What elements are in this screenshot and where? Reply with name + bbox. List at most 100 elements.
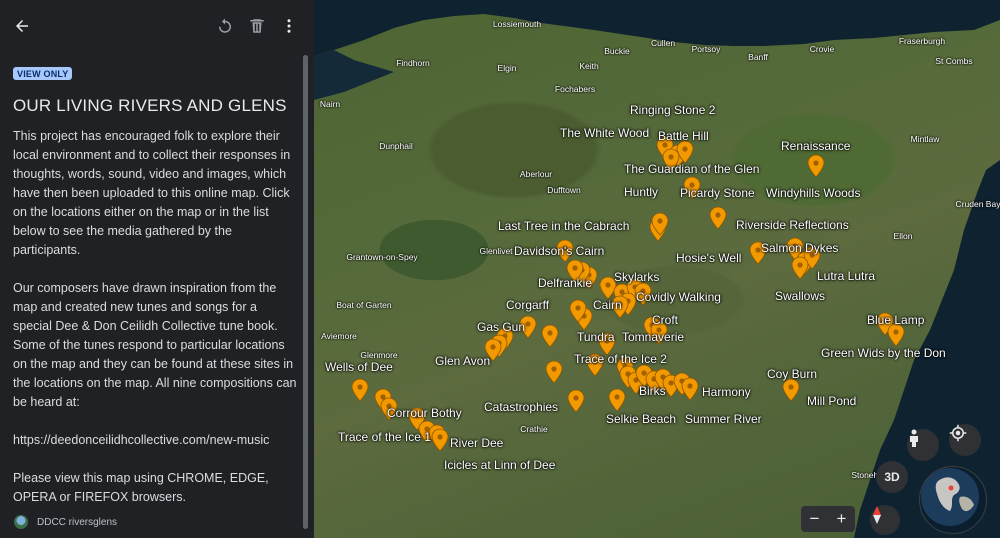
- description-paragraph: Please view this map using CHROME, EDGE,…: [13, 471, 269, 504]
- place-label[interactable]: Blue Lamp: [867, 313, 924, 327]
- place-label[interactable]: Windyhills Woods: [766, 186, 860, 200]
- place-label[interactable]: Coy Burn: [767, 367, 817, 381]
- place-label[interactable]: Covidly Walking: [636, 290, 721, 304]
- music-link[interactable]: https://deedonceilidhcollective.com/new-…: [13, 431, 298, 450]
- town-label: Fochabers: [554, 84, 596, 94]
- place-label[interactable]: The Guardian of the Glen: [624, 162, 759, 176]
- place-label[interactable]: Wells of Dee: [325, 360, 393, 374]
- more-options-button[interactable]: [275, 12, 303, 40]
- place-label[interactable]: Selkie Beach: [606, 412, 676, 426]
- place-label[interactable]: Renaissance: [781, 139, 850, 153]
- place-label[interactable]: Last Tree in the Cabrach: [498, 219, 629, 233]
- place-label[interactable]: The White Wood: [560, 126, 649, 140]
- location-pin-icon[interactable]: [709, 206, 727, 230]
- place-label[interactable]: Ringing Stone 2: [630, 103, 715, 117]
- place-label[interactable]: Tomnaverie: [622, 330, 684, 344]
- place-label[interactable]: Cairn: [593, 298, 622, 312]
- town-label: Glenmore: [360, 350, 398, 360]
- location-pin-icon[interactable]: [431, 428, 449, 452]
- place-label[interactable]: Davidson's Cairn: [514, 244, 604, 258]
- place-label[interactable]: Trace of the Ice 2: [574, 352, 667, 366]
- globe-icon: [921, 468, 979, 526]
- location-pin-icon[interactable]: [782, 378, 800, 402]
- zoom-out-button[interactable]: −: [801, 506, 828, 532]
- town-label: St Combs: [935, 56, 973, 66]
- place-label[interactable]: Summer River: [685, 412, 762, 426]
- globe-button[interactable]: [919, 466, 987, 534]
- place-label[interactable]: Birks: [639, 384, 666, 398]
- side-panel: VIEW ONLY OUR LIVING RIVERS AND GLENS Th…: [0, 0, 314, 538]
- place-label[interactable]: Trace of the Ice 1: [338, 430, 431, 444]
- place-label[interactable]: Picardy Stone: [680, 186, 755, 200]
- place-label[interactable]: Tundra: [577, 330, 615, 344]
- location-pin-icon[interactable]: [569, 299, 587, 323]
- town-label: Boat of Garten: [336, 300, 392, 310]
- town-label: Aviemore: [321, 331, 357, 341]
- town-label: Keith: [579, 61, 599, 71]
- place-label[interactable]: Mill Pond: [807, 394, 856, 408]
- description-paragraph: This project has encouraged folk to expl…: [13, 129, 291, 257]
- map-title: OUR LIVING RIVERS AND GLENS: [13, 96, 287, 115]
- place-label[interactable]: River Dee: [450, 436, 503, 450]
- town-label: Findhorn: [396, 58, 430, 68]
- town-label: Grantown-on-Spey: [346, 252, 418, 262]
- place-label[interactable]: Swallows: [775, 289, 825, 303]
- place-label[interactable]: Lutra Lutra: [817, 269, 875, 283]
- place-label[interactable]: Skylarks: [614, 270, 659, 284]
- place-label[interactable]: Delfrankie: [538, 276, 592, 290]
- satellite-map[interactable]: Lossiemouth Buckie Cullen Portsoy Banff Crovi…: [314, 0, 1000, 538]
- avatar: [14, 515, 28, 529]
- town-label: Banff: [748, 52, 768, 62]
- place-label[interactable]: Harmony: [702, 385, 751, 399]
- more-vert-icon: [287, 19, 291, 33]
- location-pin-icon[interactable]: [608, 388, 626, 412]
- trash-icon: [250, 19, 264, 33]
- place-label[interactable]: Glen Avon: [435, 354, 490, 368]
- location-pin-icon[interactable]: [351, 378, 369, 402]
- street-view-button[interactable]: [907, 429, 939, 461]
- back-button[interactable]: [8, 12, 36, 40]
- location-pin-icon[interactable]: [651, 212, 669, 236]
- description-paragraph: Our composers have drawn inspiration fro…: [13, 281, 297, 409]
- delete-button[interactable]: [243, 12, 271, 40]
- reset-button[interactable]: [211, 12, 239, 40]
- location-pin-icon[interactable]: [567, 389, 585, 413]
- my-location-button[interactable]: [949, 424, 981, 456]
- location-pin-icon[interactable]: [791, 256, 809, 280]
- place-label[interactable]: Gas Gun: [477, 320, 525, 334]
- place-label[interactable]: Huntly: [624, 185, 658, 199]
- location-pin-icon[interactable]: [545, 360, 563, 384]
- place-label[interactable]: Battle Hill: [658, 129, 709, 143]
- 3d-toggle-button[interactable]: 3D: [876, 461, 908, 493]
- location-pin-icon[interactable]: [681, 377, 699, 401]
- place-label[interactable]: Corgarff: [506, 298, 549, 312]
- place-label[interactable]: Corrour Bothy: [387, 406, 462, 420]
- place-label[interactable]: Salmon Dykes: [761, 241, 838, 255]
- compass-icon: [873, 506, 881, 524]
- compass-button[interactable]: [870, 505, 900, 535]
- town-label: Cruden Bay: [955, 199, 1000, 209]
- view-only-badge: VIEW ONLY: [13, 67, 73, 80]
- town-label: Aberlour: [519, 169, 553, 179]
- town-label: Fraserburgh: [898, 36, 946, 46]
- town-label: Ellon: [893, 231, 913, 241]
- town-label: Mintlaw: [910, 134, 940, 144]
- author-footer[interactable]: DDCC riversglens: [14, 515, 117, 529]
- zoom-in-button[interactable]: +: [828, 506, 855, 532]
- sea-layer: [314, 0, 1000, 538]
- town-label: Nairn: [319, 99, 341, 109]
- place-label[interactable]: Hosie's Well: [676, 251, 741, 265]
- location-pin-icon[interactable]: [541, 324, 559, 348]
- place-label[interactable]: Green Wids by the Don: [821, 346, 946, 360]
- location-pin-icon[interactable]: [807, 154, 825, 178]
- place-label[interactable]: Riverside Reflections: [736, 218, 849, 232]
- place-label[interactable]: Icicles at Linn of Dee: [444, 458, 555, 472]
- zoom-control: − +: [801, 506, 855, 532]
- panel-scrollbar[interactable]: [303, 55, 308, 529]
- town-label: Dufftown: [547, 185, 581, 195]
- town-label: Glenlivet: [479, 246, 513, 256]
- place-label[interactable]: Croft: [652, 313, 678, 327]
- place-label[interactable]: Catastrophies: [484, 400, 558, 414]
- arrow-back-icon: [16, 20, 28, 32]
- town-label: Elgin: [497, 63, 517, 73]
